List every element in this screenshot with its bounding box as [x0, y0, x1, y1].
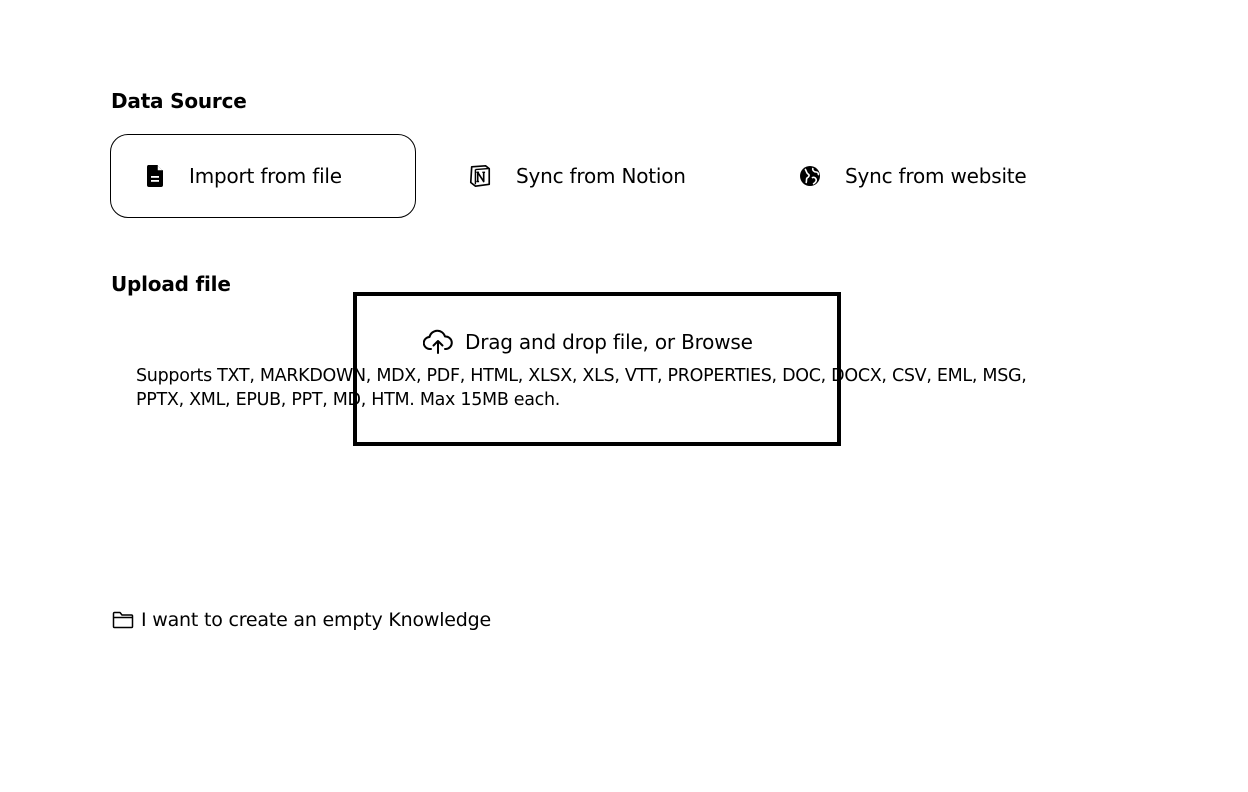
import-from-file-label: Import from file	[189, 164, 342, 188]
file-dropzone[interactable]: Drag and drop file, or Browse	[423, 328, 753, 356]
globe-icon	[798, 164, 822, 188]
notion-icon	[468, 164, 492, 188]
supported-formats-text: Supports TXT, MARKDOWN, MDX, PDF, HTML, …	[136, 366, 1027, 410]
create-empty-knowledge-link[interactable]: I want to create an empty Knowledge	[112, 609, 491, 631]
sync-from-website-option[interactable]: Sync from website	[798, 134, 1098, 218]
create-knowledge-page: Data Source Import from file Sync from N…	[0, 0, 1248, 792]
create-empty-knowledge-label: I want to create an empty Knowledge	[141, 609, 491, 631]
sync-from-notion-label: Sync from Notion	[516, 164, 686, 188]
folder-icon	[112, 610, 134, 630]
import-from-file-option[interactable]: Import from file	[110, 134, 416, 218]
file-icon	[143, 164, 167, 188]
cloud-upload-icon	[423, 328, 453, 356]
dropzone-label: Drag and drop file, or Browse	[465, 330, 753, 354]
upload-file-title: Upload file	[111, 272, 231, 296]
sync-from-notion-option[interactable]: Sync from Notion	[468, 134, 728, 218]
sync-from-website-label: Sync from website	[845, 164, 1027, 188]
data-source-title: Data Source	[111, 89, 247, 113]
